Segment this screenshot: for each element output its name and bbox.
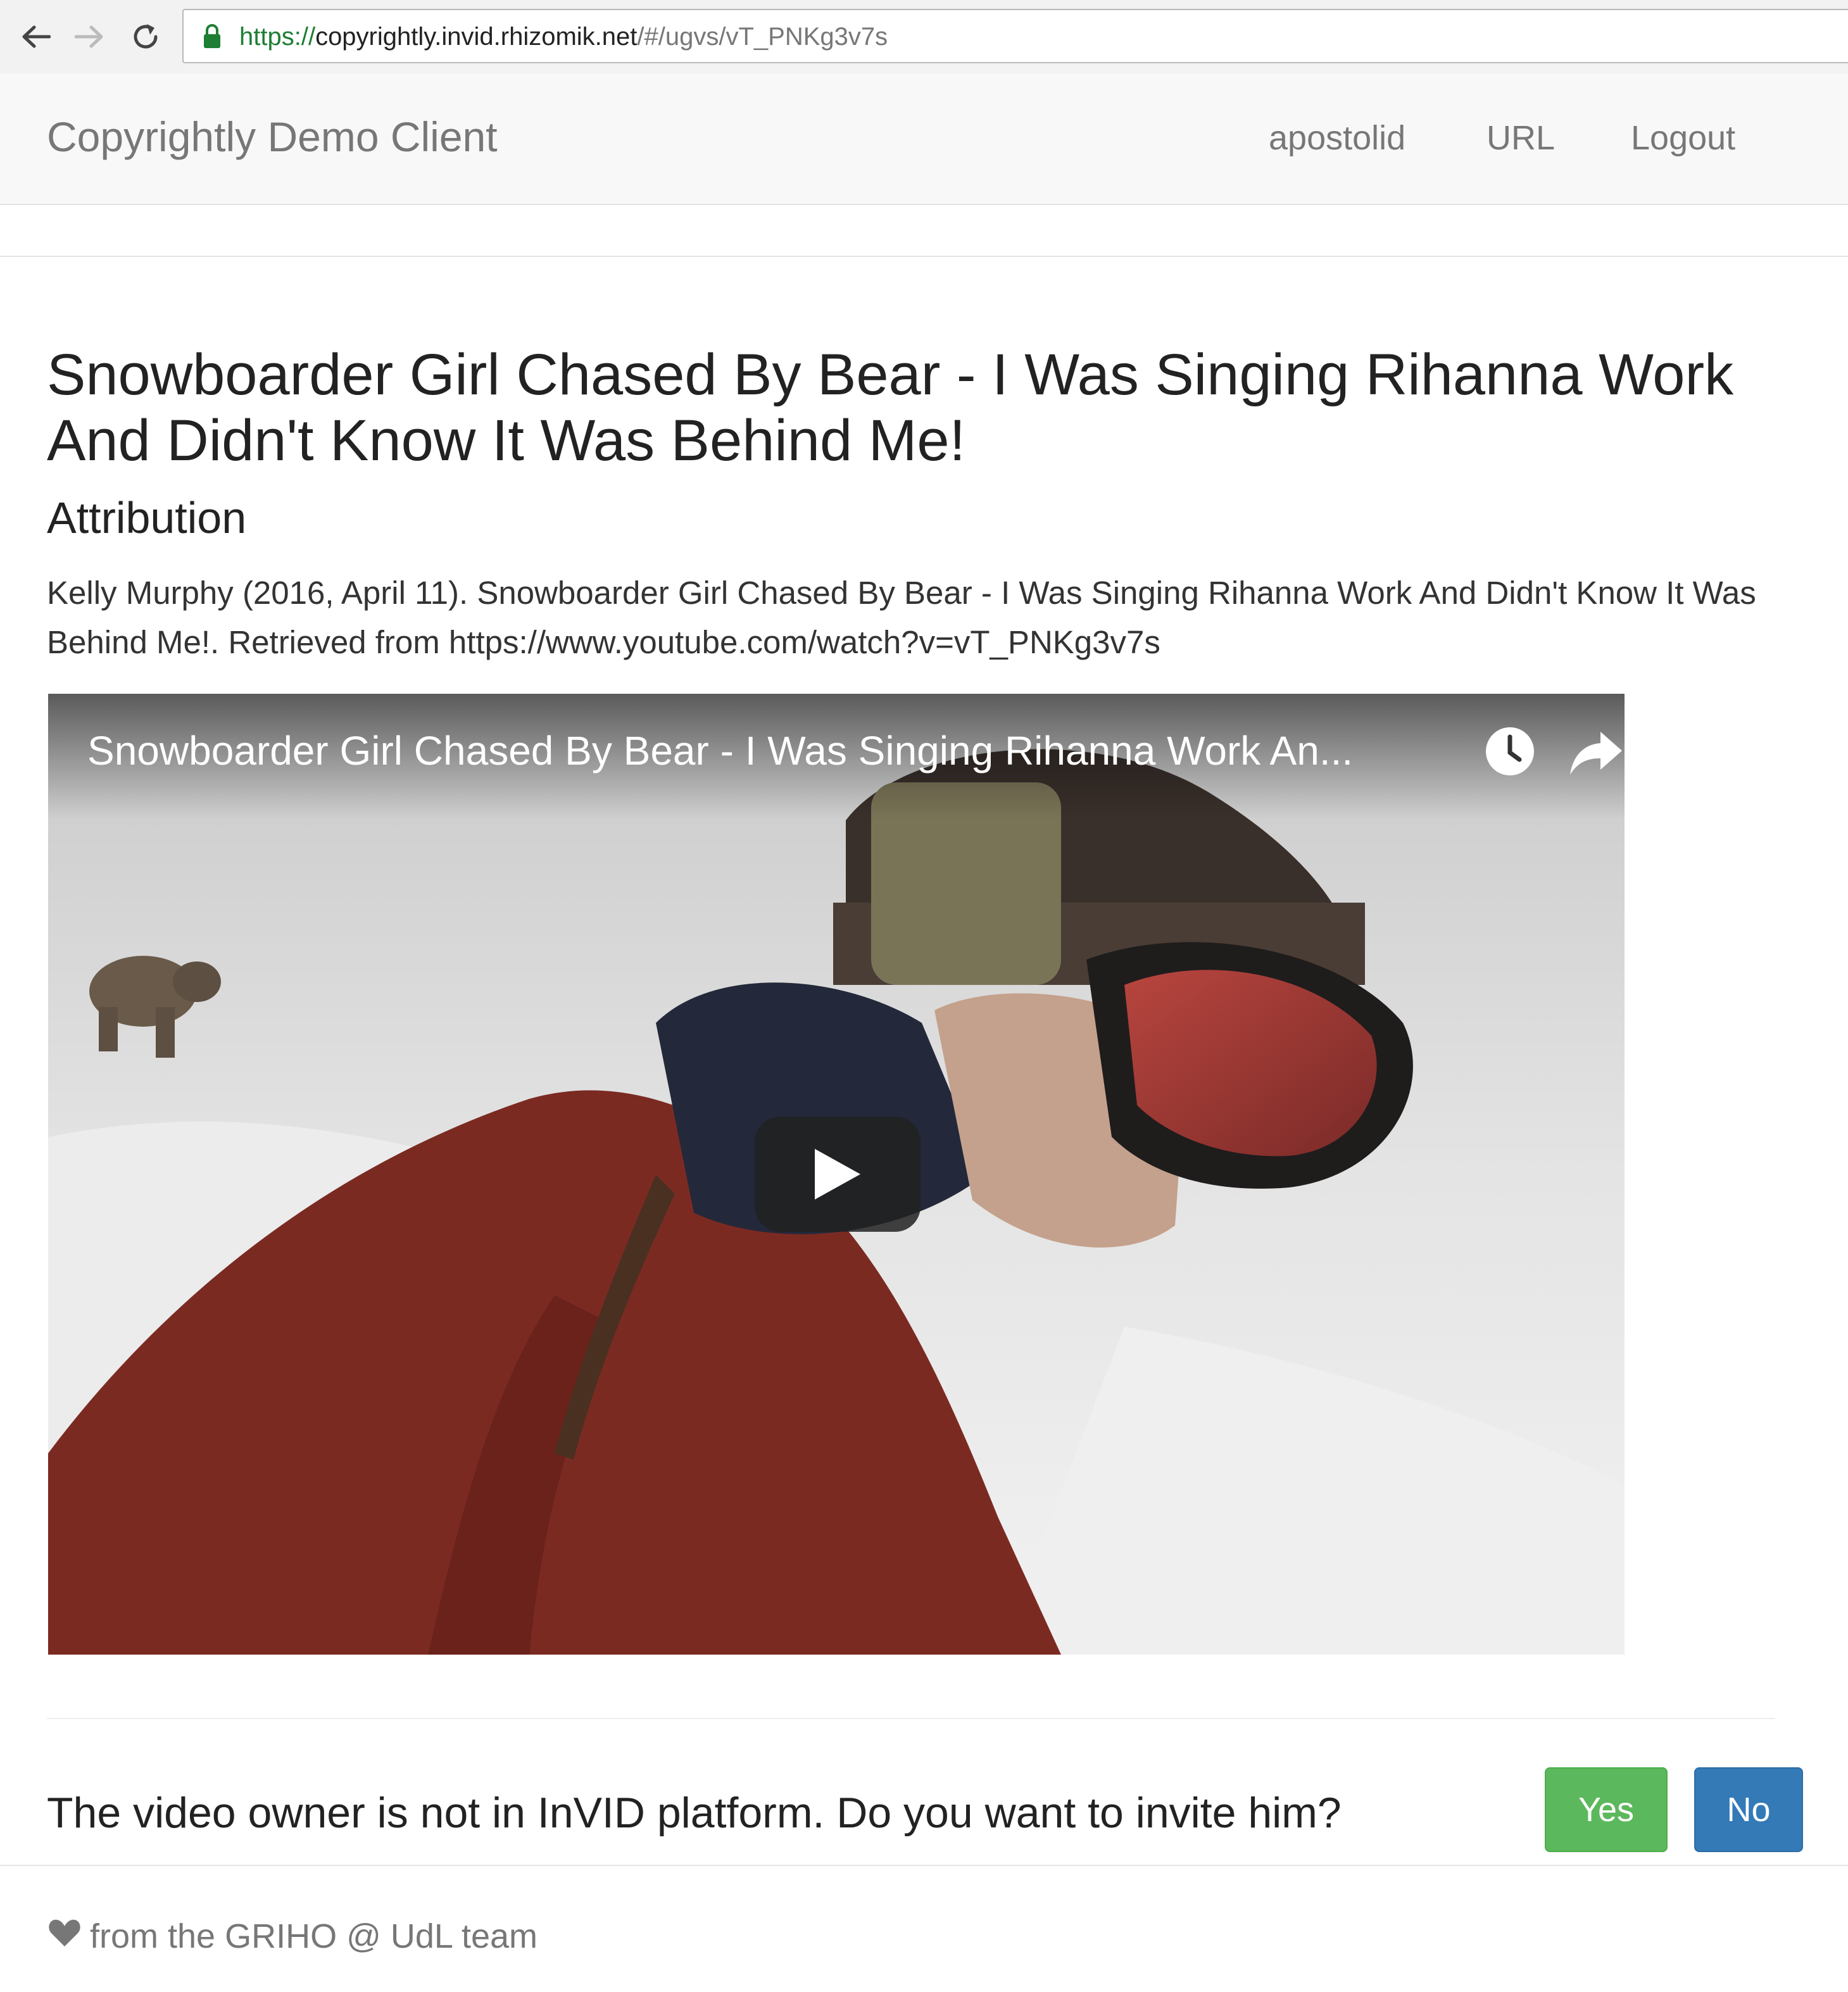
- back-button[interactable]: [13, 14, 58, 60]
- attribution-text: Kelly Murphy (2016, April 11). Snowboard…: [47, 575, 1756, 660]
- forward-button[interactable]: [67, 14, 113, 60]
- reload-button[interactable]: [123, 14, 168, 60]
- play-icon: [815, 1149, 860, 1200]
- nav-link-user[interactable]: apostolid: [1269, 118, 1405, 158]
- nav-link-url[interactable]: URL: [1487, 118, 1555, 158]
- clock-icon[interactable]: [1483, 724, 1537, 779]
- heart-icon: [48, 1914, 81, 1958]
- footer-divider: [0, 1865, 1848, 1866]
- divider: [0, 256, 1848, 257]
- brand-link[interactable]: Copyrightly Demo Client: [47, 111, 498, 162]
- arrow-right-icon: [75, 25, 103, 48]
- url-text: https://copyrightly.invid.rhizomik.net/#…: [239, 22, 888, 52]
- arrow-left-icon: [22, 25, 51, 48]
- video-title-link[interactable]: Snowboarder Girl Chased By Bear - I Was …: [87, 725, 1461, 776]
- footer: from the GRIHO @ UdL team: [48, 1914, 537, 1958]
- url-path: /#/ugvs/vT_PNKg3v7s: [637, 23, 888, 51]
- reload-icon: [134, 24, 158, 49]
- app-navbar: Copyrightly Demo Client apostolid URL Lo…: [0, 73, 1848, 205]
- url-scheme: https://: [239, 23, 316, 51]
- invite-question: The video owner is not in InVID platform…: [47, 1789, 1342, 1837]
- no-button[interactable]: No: [1694, 1767, 1803, 1852]
- browser-toolbar: https://copyrightly.invid.rhizomik.net/#…: [0, 0, 1848, 75]
- yes-button[interactable]: Yes: [1545, 1767, 1668, 1852]
- divider: [47, 1718, 1775, 1719]
- lock-icon: [204, 24, 220, 48]
- url-host: copyrightly.invid.rhizomik.net: [315, 23, 638, 51]
- play-button[interactable]: [755, 1117, 921, 1232]
- nav-link-logout[interactable]: Logout: [1631, 118, 1735, 158]
- share-icon[interactable]: [1569, 729, 1623, 777]
- footer-text: from the GRIHO @ UdL team: [90, 1917, 538, 1955]
- address-bar[interactable]: https://copyrightly.invid.rhizomik.net/#…: [182, 9, 1848, 63]
- video-player[interactable]: Snowboarder Girl Chased By Bear - I Was …: [48, 694, 1625, 1655]
- page-title: Snowboarder Girl Chased By Bear - I Was …: [47, 342, 1734, 473]
- attribution-heading: Attribution: [47, 493, 247, 542]
